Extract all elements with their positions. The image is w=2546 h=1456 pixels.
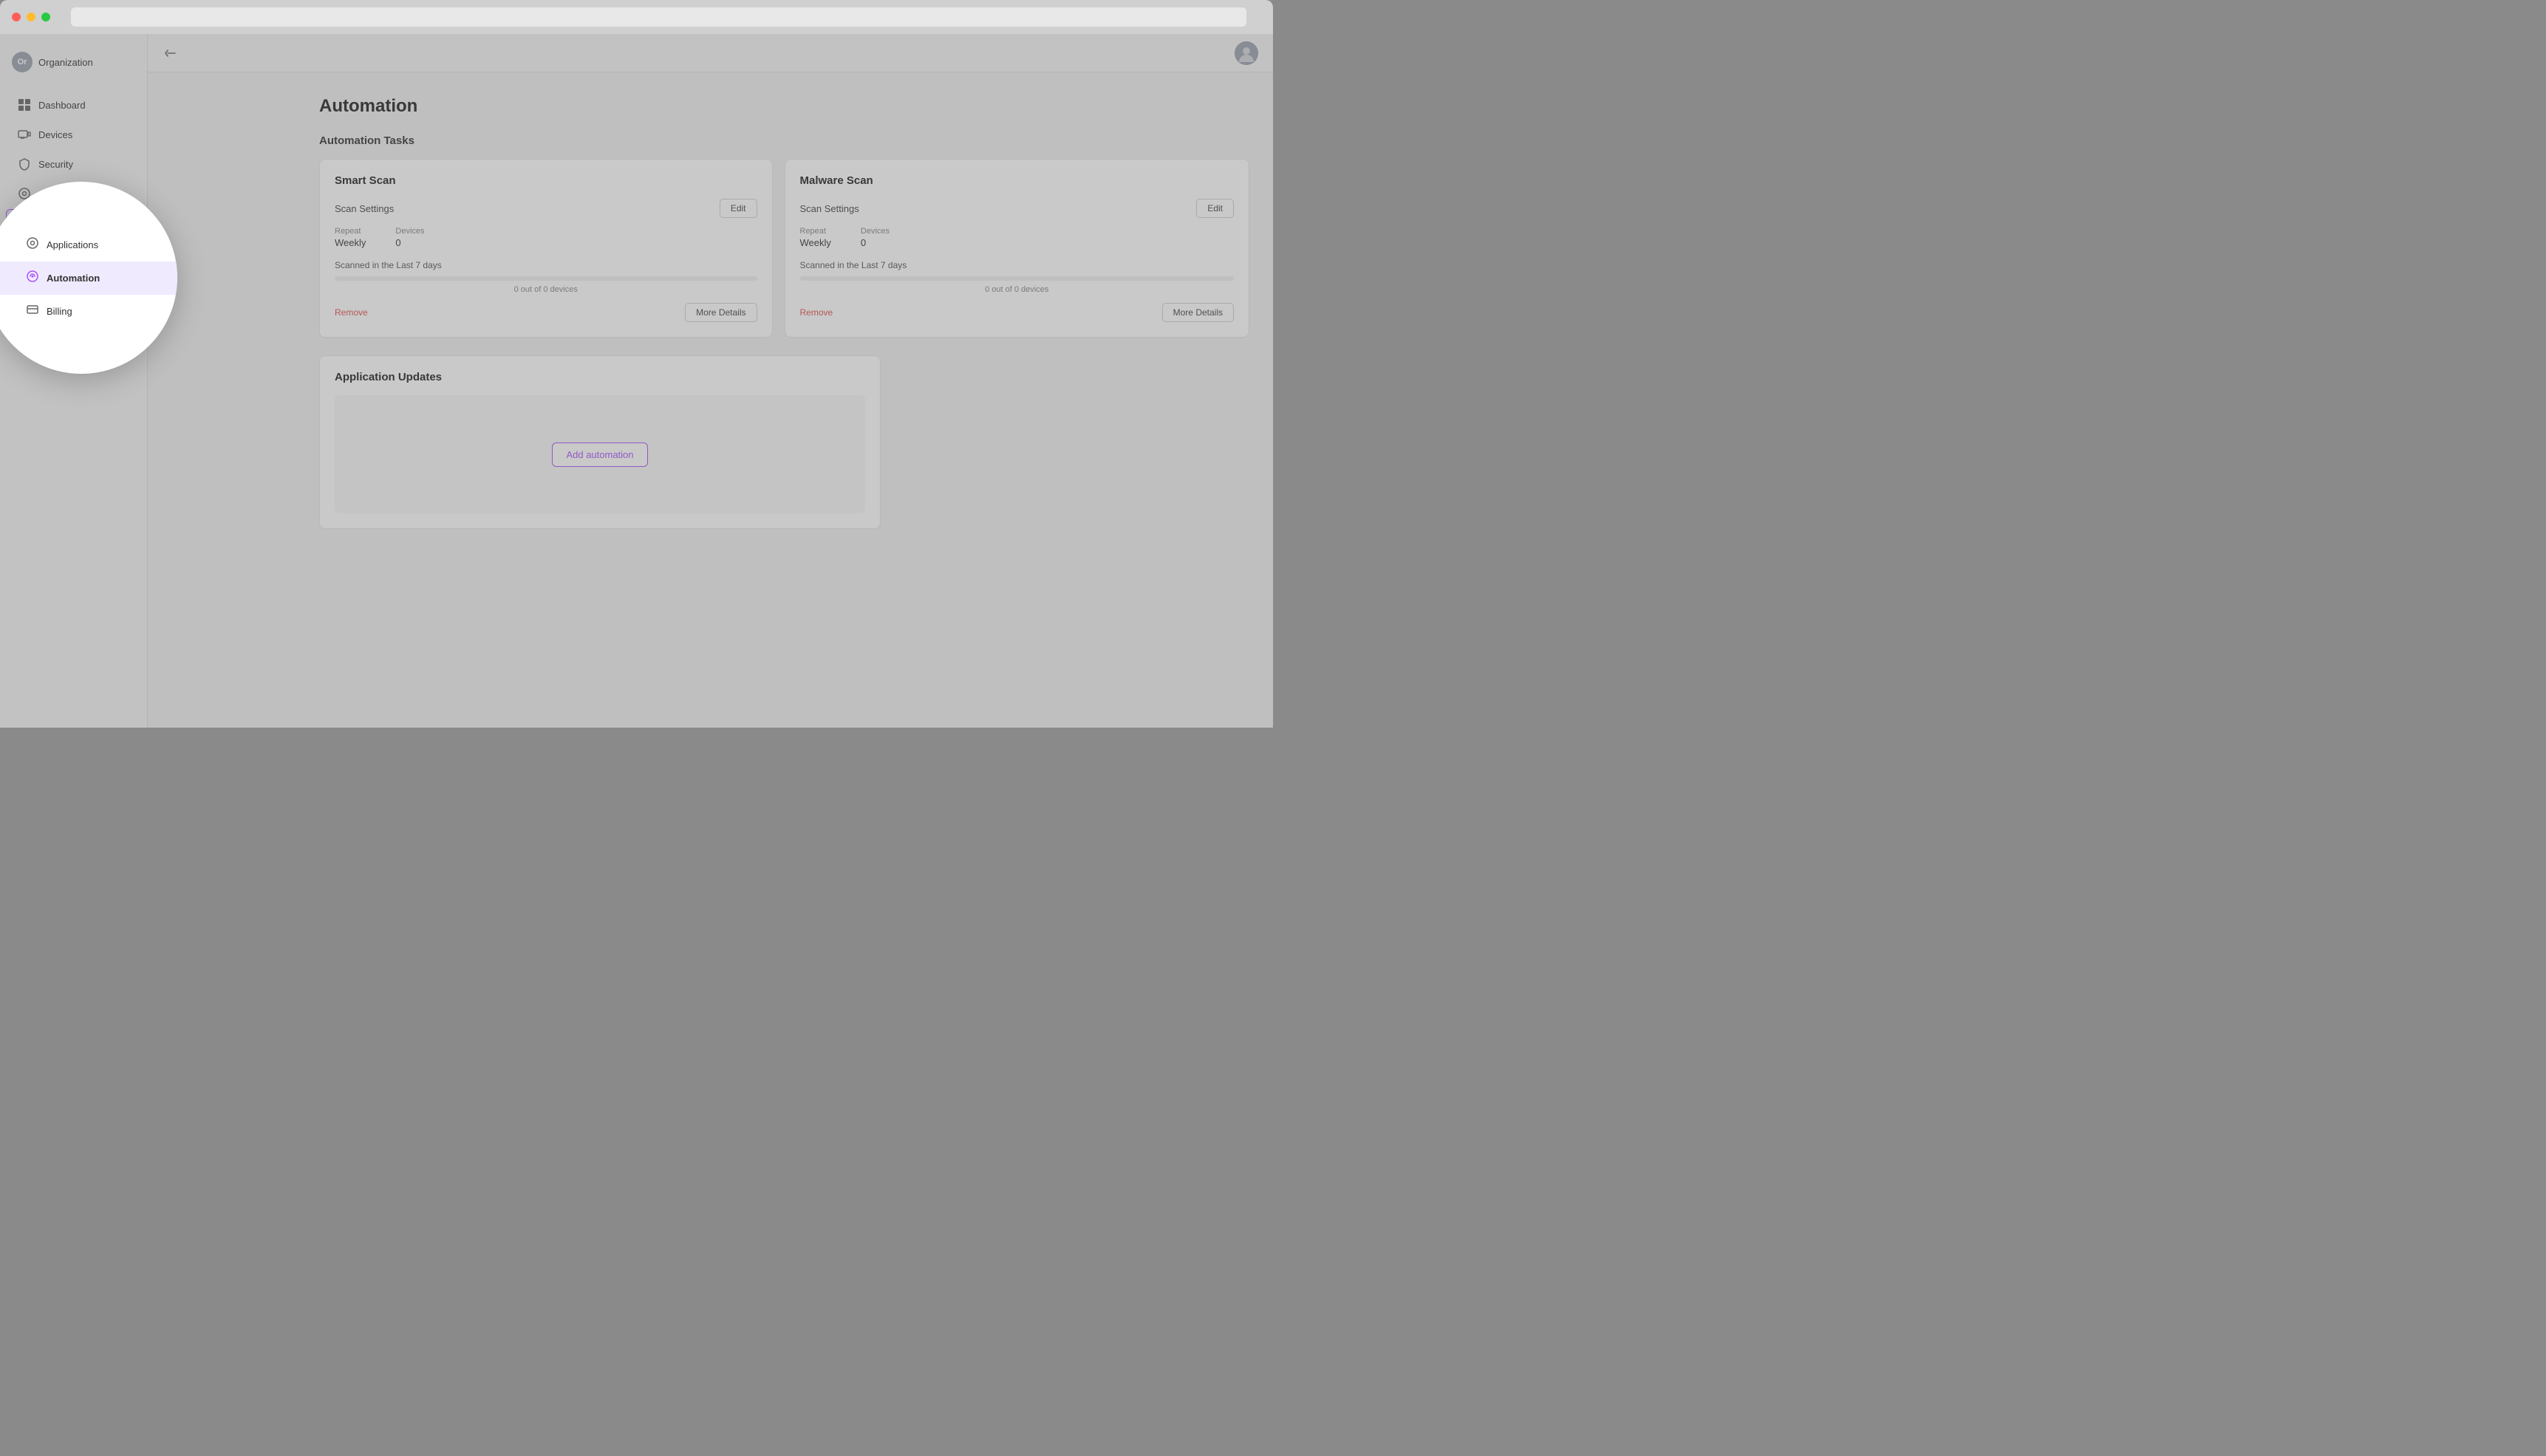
popup-nav-label-billing: Billing xyxy=(47,306,72,317)
popup-nav-label-automation: Automation xyxy=(47,273,100,284)
popup-nav-item-applications[interactable]: Applications xyxy=(0,228,177,262)
maximize-button[interactable] xyxy=(41,13,50,21)
browser-chrome xyxy=(0,0,1273,34)
close-button[interactable] xyxy=(12,13,21,21)
popup-nav-item-automation[interactable]: Automation xyxy=(0,262,177,295)
popup-billing-icon xyxy=(26,303,39,320)
popup-applications-icon xyxy=(26,236,39,253)
popup-automation-icon xyxy=(26,270,39,287)
app-container: Or Organization Dashboard xyxy=(0,34,1273,728)
popup-nav-item-billing[interactable]: Billing xyxy=(0,295,177,328)
popup-nav-label-applications: Applications xyxy=(47,239,98,250)
minimize-button[interactable] xyxy=(27,13,35,21)
url-bar[interactable] xyxy=(71,7,1246,27)
page-overlay xyxy=(0,34,1273,728)
